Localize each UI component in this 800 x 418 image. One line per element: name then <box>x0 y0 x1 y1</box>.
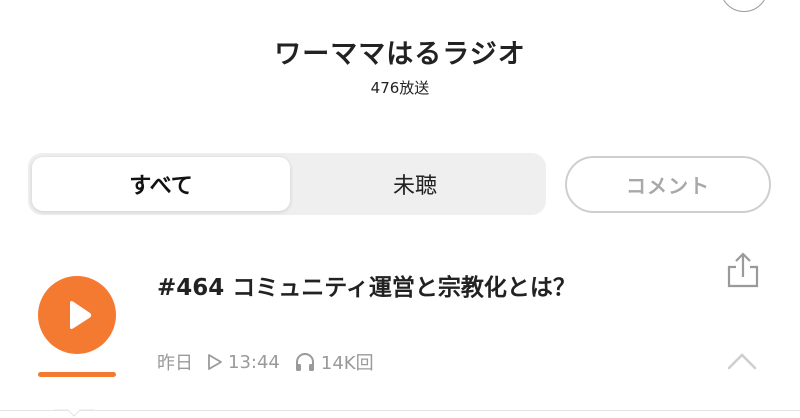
episode-plays: 14K回 <box>320 353 374 374</box>
play-small-icon <box>207 353 223 371</box>
filter-segmented-control: すべて 未聴 <box>28 153 546 215</box>
divider <box>0 410 800 411</box>
tab-all[interactable]: すべて <box>32 157 290 211</box>
chevron-up-icon[interactable] <box>726 350 758 376</box>
tab-unheard[interactable]: 未聴 <box>286 157 544 211</box>
episode-duration: 13:44 <box>228 351 280 373</box>
playback-progress-bar <box>38 372 116 377</box>
headphones-icon <box>294 352 316 372</box>
episode-date: 昨日 <box>157 353 193 374</box>
share-icon[interactable] <box>723 250 763 294</box>
tooltip-notch-icon <box>54 409 94 417</box>
play-icon <box>70 301 92 329</box>
channel-title: ワーママはるラジオ <box>274 39 526 70</box>
play-button[interactable] <box>38 276 116 354</box>
profile-circle-button[interactable] <box>720 0 768 12</box>
episode-meta: 昨日 13:44 14K回 <box>157 348 374 376</box>
broadcast-count: 476放送 <box>370 79 430 97</box>
comment-button[interactable]: コメント <box>565 156 771 213</box>
episode-title[interactable]: #464 コミュニティ運営と宗教化とは？ <box>157 268 697 302</box>
